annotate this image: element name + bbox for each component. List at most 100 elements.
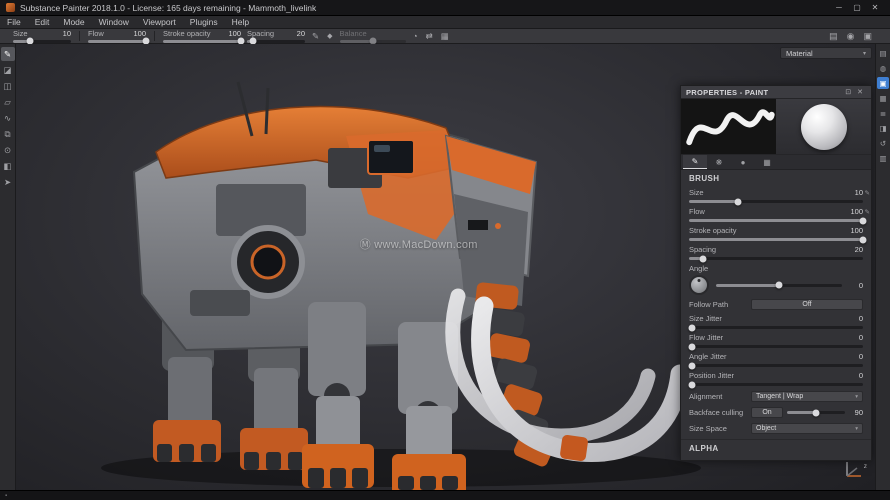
- size-value[interactable]: 10: [855, 188, 863, 197]
- toolbar-spacing-value[interactable]: 20: [297, 30, 305, 38]
- size-jitter-label: Size Jitter: [689, 314, 859, 323]
- tool-smudge[interactable]: ∿: [1, 111, 15, 125]
- properties-body: BRUSH Size10 ✎ Flow100 ✎ Stroke opacity1…: [681, 170, 871, 460]
- backface-culling-toggle[interactable]: On: [751, 407, 783, 418]
- material-selector[interactable]: Material ▾: [780, 47, 872, 59]
- menu-edit[interactable]: Edit: [28, 16, 57, 29]
- menu-viewport[interactable]: Viewport: [136, 16, 183, 29]
- tool-eraser[interactable]: ◪: [1, 63, 15, 77]
- tool-projection[interactable]: ◫: [1, 79, 15, 93]
- symmetry-icon[interactable]: ⇄: [422, 31, 437, 42]
- angle-jitter-slider[interactable]: [689, 364, 863, 367]
- properties-panel-header: PROPERTIES - PAINT ⊡ ✕: [681, 86, 871, 99]
- position-jitter-value[interactable]: 0: [859, 371, 863, 380]
- display-settings-icon[interactable]: ▤: [877, 47, 889, 59]
- size-slider[interactable]: [689, 200, 863, 203]
- stroke-opacity-value[interactable]: 100: [850, 226, 863, 235]
- size-jitter-slider[interactable]: [689, 326, 863, 329]
- brush-section-header: BRUSH: [681, 170, 871, 185]
- size-label: Size: [689, 188, 855, 197]
- menu-mode[interactable]: Mode: [56, 16, 91, 29]
- material-selector-label: Material: [786, 49, 813, 58]
- tab-particles[interactable]: ❋: [707, 155, 731, 169]
- tool-material-picker[interactable]: ⊙: [1, 143, 15, 157]
- layers-icon[interactable]: ≣: [877, 107, 889, 119]
- pen-pressure-icon[interactable]: ✎: [865, 208, 870, 216]
- tool-quick-mask[interactable]: ◧: [1, 159, 15, 173]
- tool-polygon-fill[interactable]: ▱: [1, 95, 15, 109]
- tab-stencil[interactable]: ▦: [755, 155, 779, 169]
- tab-material[interactable]: ●: [731, 155, 755, 169]
- flow-jitter-value[interactable]: 0: [859, 333, 863, 342]
- size-jitter-value[interactable]: 0: [859, 314, 863, 323]
- material-sphere: [801, 104, 847, 150]
- follow-path-value: Off: [802, 301, 811, 308]
- stylus-pressure-icon[interactable]: ✎: [308, 31, 323, 42]
- backface-culling-label: Backface culling: [689, 408, 747, 417]
- spacing-value[interactable]: 20: [855, 245, 863, 254]
- stroke-opacity-slider[interactable]: [689, 238, 863, 241]
- properties-dock-icon[interactable]: ▣: [877, 77, 889, 89]
- tab-brush[interactable]: ✎: [683, 155, 707, 169]
- minimize-button[interactable]: ─: [830, 0, 848, 16]
- grid-icon[interactable]: ▦: [437, 31, 453, 42]
- toolbar-stroke-opacity-slider[interactable]: [163, 40, 241, 43]
- size-space-dropdown[interactable]: Object ▾: [751, 423, 863, 434]
- toolbar-size-slider[interactable]: [13, 40, 71, 43]
- viewport-3d[interactable]: Ⓜ www.MacDown.com Material ▾ z PROPERTIE…: [16, 44, 875, 490]
- stroke-opacity-row: Stroke opacity100: [681, 223, 871, 241]
- shelf-icon[interactable]: ◨: [877, 122, 889, 134]
- follow-path-label: Follow Path: [689, 300, 751, 309]
- alignment-dropdown[interactable]: Tangent | Wrap ▾: [751, 391, 863, 402]
- toolbar-stroke-opacity-value[interactable]: 100: [228, 30, 241, 38]
- status-bar: ▪: [0, 490, 890, 500]
- panel-close-icon[interactable]: ✕: [854, 88, 866, 96]
- follow-path-toggle[interactable]: Off: [751, 299, 863, 310]
- menu-window[interactable]: Window: [92, 16, 136, 29]
- lazy-mouse-icon[interactable]: ◔: [409, 31, 422, 41]
- maximize-button[interactable]: ▢: [848, 0, 866, 16]
- layout-icon[interactable]: ▤: [829, 31, 838, 42]
- backface-culling-value[interactable]: 90: [849, 408, 863, 417]
- texture-set-list-icon[interactable]: ▦: [877, 92, 889, 104]
- menu-help[interactable]: Help: [225, 16, 256, 29]
- flow-value[interactable]: 100: [850, 207, 863, 216]
- flow-slider[interactable]: [689, 219, 863, 222]
- spacing-slider[interactable]: [689, 257, 863, 260]
- toolbar-spacing-slider[interactable]: [247, 40, 305, 43]
- position-jitter-slider[interactable]: [689, 383, 863, 386]
- menu-plugins[interactable]: Plugins: [183, 16, 225, 29]
- chevron-down-icon: ▾: [855, 426, 858, 432]
- angle-slider[interactable]: [716, 284, 842, 287]
- angle-dial[interactable]: [689, 275, 709, 295]
- size-space-row: Size Space Object ▾: [681, 419, 871, 435]
- angle-value[interactable]: 0: [849, 281, 863, 290]
- tool-path[interactable]: ➤: [1, 175, 15, 189]
- menu-file[interactable]: File: [0, 16, 28, 29]
- pen-pressure-icon[interactable]: ✎: [865, 189, 870, 197]
- brush-preview-area: [681, 99, 871, 155]
- pin-icon[interactable]: ⊡: [842, 88, 854, 96]
- backface-culling-slider[interactable]: [787, 411, 845, 414]
- shader-settings-icon[interactable]: ◍: [877, 62, 889, 74]
- expand-view-icon[interactable]: ▣: [863, 31, 872, 42]
- angle-jitter-value[interactable]: 0: [859, 352, 863, 361]
- stroke-preview: [681, 99, 776, 154]
- dock-strip: ▤ ◍ ▣ ▦ ≣ ◨ ↺ ▥: [875, 44, 890, 490]
- alpha-section-header: ALPHA: [681, 439, 871, 455]
- flow-jitter-slider[interactable]: [689, 345, 863, 348]
- history-icon[interactable]: ↺: [877, 137, 889, 149]
- menu-bar: File Edit Mode Window Viewport Plugins H…: [0, 16, 890, 29]
- toolbar-flow-slider[interactable]: [88, 40, 146, 43]
- toolbar-flow-value[interactable]: 100: [133, 30, 146, 38]
- position-jitter-label: Position Jitter: [689, 371, 859, 380]
- stroke-opacity-label: Stroke opacity: [689, 226, 850, 235]
- toolbar-size-value[interactable]: 10: [63, 30, 71, 38]
- mammoth-robot: [101, 82, 701, 490]
- close-button[interactable]: ✕: [866, 0, 884, 16]
- angle-jitter-row: Angle Jitter0: [681, 349, 871, 367]
- tool-paint[interactable]: ✎: [1, 47, 15, 61]
- tool-clone[interactable]: ⧉: [1, 127, 15, 141]
- camera-icon[interactable]: ◉: [847, 31, 855, 42]
- log-icon[interactable]: ▥: [877, 152, 889, 164]
